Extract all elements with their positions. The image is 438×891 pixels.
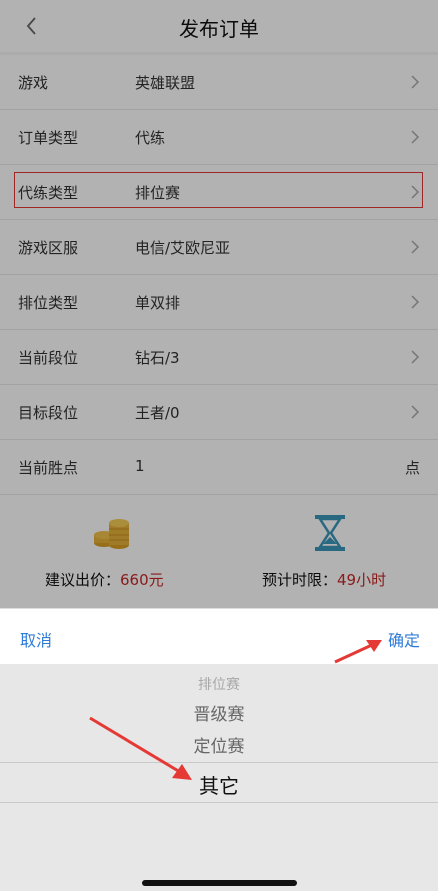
confirm-button[interactable]: 确定: [388, 627, 420, 651]
picker-selection-line: [0, 762, 438, 763]
option-picker[interactable]: 排位赛 晋级赛 定位赛 其它: [0, 664, 438, 891]
picker-option-selected[interactable]: 其它: [0, 770, 438, 799]
picker-option[interactable]: 排位赛: [0, 674, 438, 694]
dim-overlay[interactable]: [0, 0, 438, 608]
screen: 发布订单 游戏 英雄联盟 订单类型 代练 代练类型 排位赛 游戏区服 电信/艾欧…: [0, 0, 438, 891]
home-indicator: [142, 880, 297, 886]
picker-selection-line: [0, 802, 438, 803]
picker-option[interactable]: 定位赛: [0, 732, 438, 757]
cancel-button[interactable]: 取消: [20, 627, 52, 651]
picker-option[interactable]: 晋级赛: [0, 700, 438, 725]
picker-toolbar: 取消 确定: [0, 608, 438, 665]
